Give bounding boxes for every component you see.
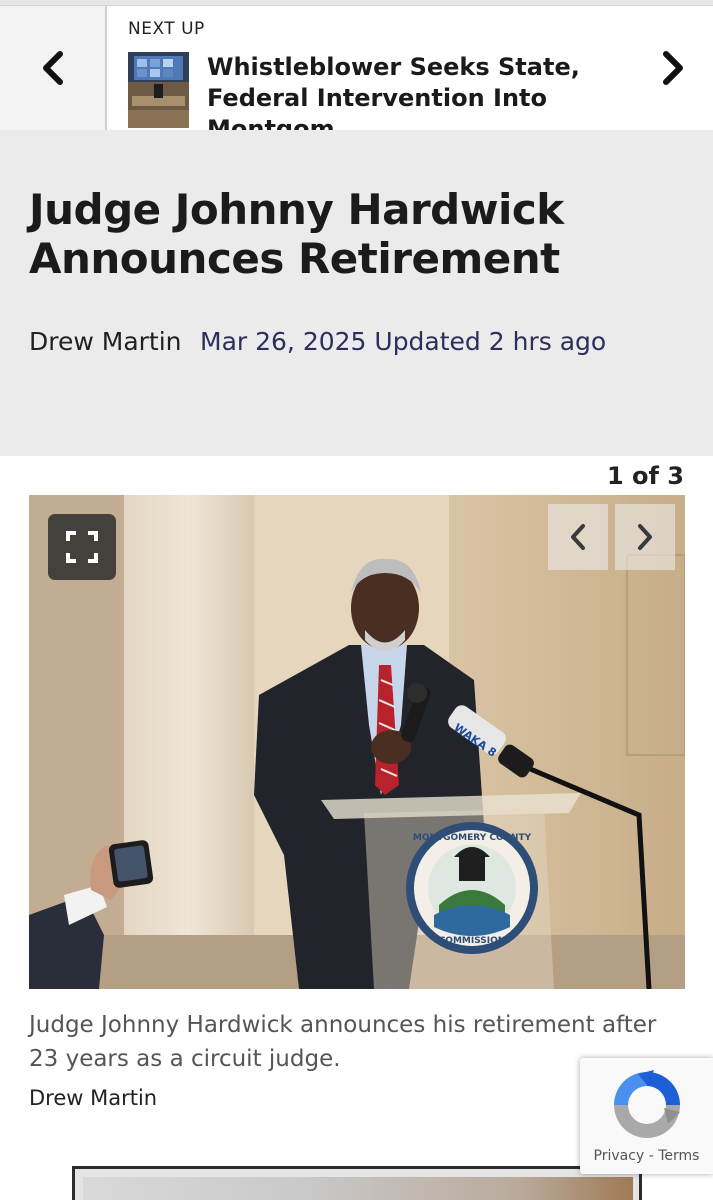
recaptcha-icon: [614, 1070, 680, 1138]
next-article-button[interactable]: [648, 36, 698, 100]
article-headline: Judge Johnny Hardwick Announces Retireme…: [29, 185, 564, 283]
recaptcha-terms-link[interactable]: Terms: [658, 1148, 699, 1164]
gallery-next-button[interactable]: [615, 504, 675, 570]
recaptcha-privacy-link[interactable]: Privacy: [594, 1148, 645, 1164]
recaptcha-separator: -: [644, 1148, 659, 1164]
chevron-right-icon: [663, 51, 683, 85]
chevron-left-icon: [571, 524, 585, 550]
publish-date: Mar 26, 2025 Updated 2 hrs ago: [200, 327, 607, 356]
gallery-prev-button[interactable]: [548, 504, 608, 570]
chevron-right-icon: [638, 524, 652, 550]
next-up-label: NEXT UP: [128, 19, 205, 39]
next-up-thumbnail[interactable]: [128, 52, 189, 128]
article-header: Judge Johnny Hardwick Announces Retireme…: [0, 130, 713, 456]
county-seal: MONTGOMERY COUNTY COMMISSION: [406, 822, 538, 954]
recaptcha-links: Privacy - Terms: [580, 1148, 713, 1164]
photo-credit: Drew Martin: [29, 1086, 158, 1110]
fullscreen-button[interactable]: [48, 514, 116, 580]
gallery-counter: 1 of 3: [606, 462, 684, 490]
expand-icon: [66, 531, 98, 563]
next-image-preview[interactable]: [72, 1166, 642, 1200]
previous-article-button[interactable]: [0, 6, 107, 130]
seal-text-top: MONTGOMERY COUNTY: [413, 833, 532, 843]
author-link[interactable]: Drew Martin: [29, 327, 182, 356]
seal-text-bottom: COMMISSION: [439, 936, 506, 946]
chevron-left-icon: [42, 51, 63, 85]
next-up-bar: NEXT UP Whistleblower Seeks State, Feder…: [0, 6, 713, 143]
gallery-photo[interactable]: WAKA 8 MONTGOMERY COUNTY COMMISSION: [29, 495, 685, 989]
recaptcha-badge[interactable]: Privacy - Terms: [580, 1058, 713, 1174]
